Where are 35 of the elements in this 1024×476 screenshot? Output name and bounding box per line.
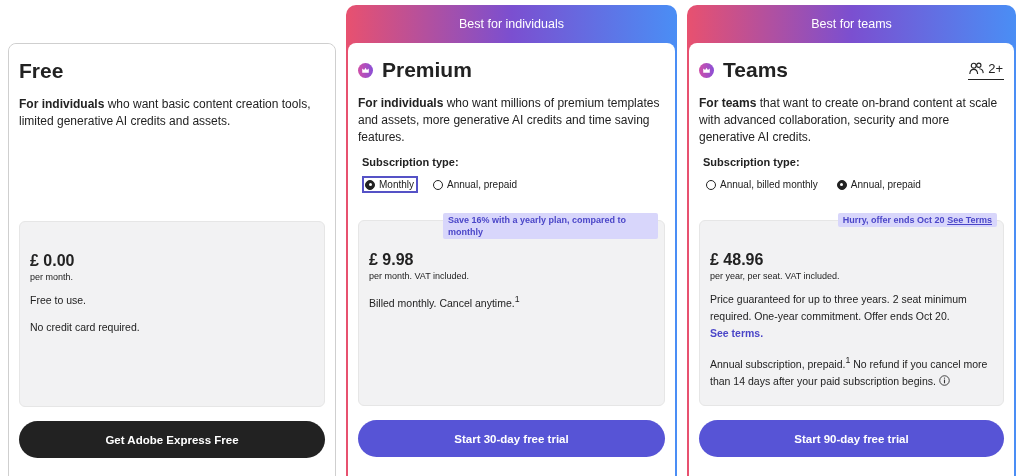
seat-count-selector[interactable]: 2+	[968, 60, 1004, 80]
plan-title: Premium	[382, 58, 473, 82]
plan-description: For teams that want to create on-brand content at scale with advanced collaboration, security and more generative AI credits.	[699, 95, 999, 146]
promo-text: Save 16% with a yearly plan, compared to monthly	[448, 215, 627, 237]
subscription-label: Subscription type:	[362, 156, 460, 168]
subscription-label: Subscription type:	[703, 156, 801, 168]
terms-link[interactable]: See terms.	[710, 327, 764, 339]
plan-note: Price guaranteed for up to three years. 2 seat minimum required. One-year commitment. Offer ends Oct 20. See terms.	[710, 292, 968, 341]
radio-option[interactable]: Annual, prepaid	[833, 176, 925, 193]
plan-tagline: Best for teams	[811, 17, 892, 31]
terms-link[interactable]: See Terms	[947, 215, 992, 225]
price-note: per month.	[30, 272, 75, 282]
promo-text: Hurry, offer ends Oct 20	[842, 215, 945, 225]
price-note: per year, per seat. VAT included.	[710, 271, 841, 281]
radio-option[interactable]: Monthly	[362, 176, 418, 193]
plan-note: Billed monthly. Cancel anytime.$^{1}$	[369, 293, 521, 311]
users-icon	[969, 61, 985, 75]
plan-tagline: Best for individuals	[459, 17, 564, 31]
plan-note: Free to use.	[30, 293, 88, 308]
plan-note: Annual subscription, prepaid.$^{1}$ No refund if you cancel more than 14 days after your paid subscription begins.	[710, 354, 989, 389]
plan-title: Free	[19, 59, 65, 83]
price: £ 0.00	[30, 252, 76, 270]
plan-note: No credit card required.	[30, 320, 141, 335]
radio-option[interactable]: Annual, billed monthly	[703, 176, 822, 193]
price: £ 9.98	[369, 251, 415, 269]
plan-description: For individuals who want millions of premium templates and assets, more generative AI credits and time saving features.	[358, 95, 661, 146]
price-note: per month. VAT included.	[369, 271, 471, 281]
price: £ 48.96	[710, 251, 765, 269]
radio-option[interactable]: Annual, prepaid	[430, 176, 522, 193]
cta-button[interactable]: Start 30-day free trial	[358, 420, 665, 457]
cta-button[interactable]: Get Adobe Express Free	[19, 421, 325, 458]
plan-title: Teams	[723, 58, 789, 82]
plan-description: For individuals who want basic content creation tools, limited generative AI credits and assets.	[19, 96, 312, 130]
info-icon[interactable]	[938, 374, 950, 386]
cta-button[interactable]: Start 90-day free trial	[699, 420, 1004, 457]
